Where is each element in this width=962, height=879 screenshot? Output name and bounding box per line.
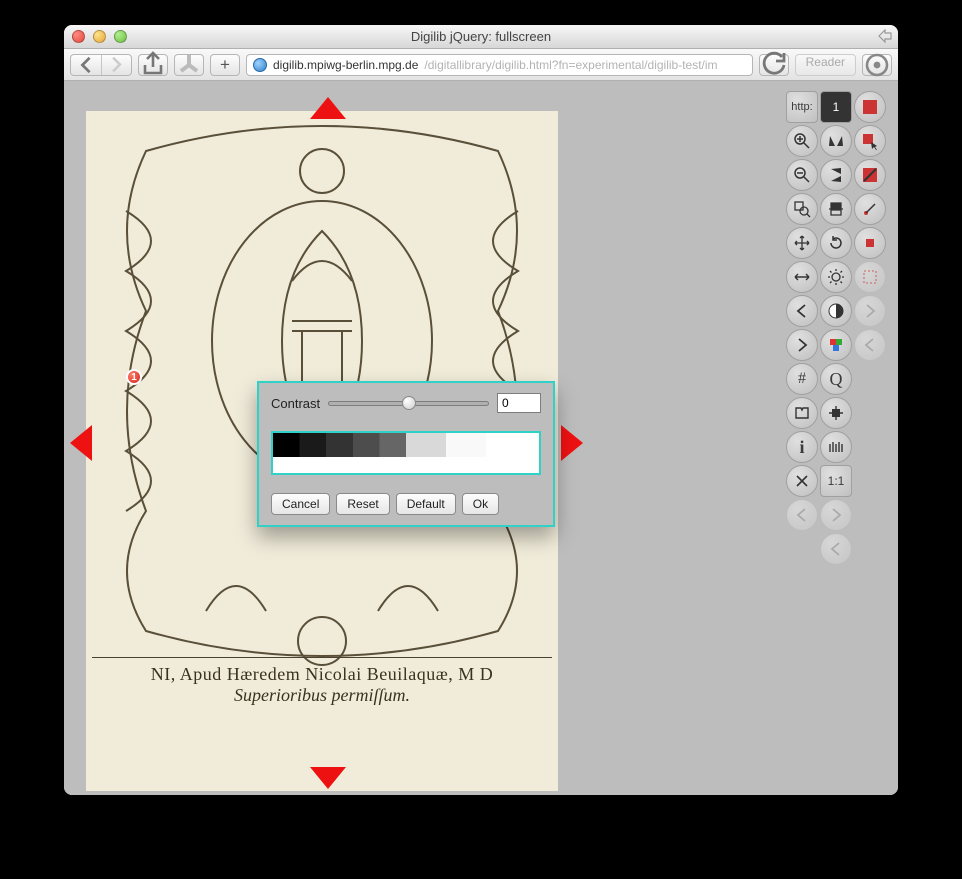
- digilib-toolbox: http: 1 # Q: [786, 91, 890, 565]
- nav-left-arrow[interactable]: [70, 425, 92, 461]
- mirror-h-icon[interactable]: [820, 193, 852, 225]
- app-window: Digilib jQuery: fullscreen + digilib.mpi…: [64, 25, 898, 795]
- contrast-preview: [271, 431, 541, 475]
- step-prev-icon[interactable]: [854, 329, 886, 361]
- site-icon: [253, 58, 267, 72]
- region-new-icon[interactable]: [854, 91, 886, 123]
- nav-right-arrow[interactable]: [561, 425, 583, 461]
- region-dashed-icon[interactable]: [854, 261, 886, 293]
- extensions-button[interactable]: [174, 54, 204, 76]
- slider-thumb[interactable]: [402, 396, 416, 410]
- book-icon[interactable]: [786, 397, 818, 429]
- aux-prev2-icon[interactable]: [820, 533, 852, 565]
- rotate-icon[interactable]: [820, 227, 852, 259]
- reader-button[interactable]: Reader: [795, 54, 856, 76]
- url-label[interactable]: http:: [786, 91, 818, 123]
- rgb-icon[interactable]: [820, 329, 852, 361]
- move-icon[interactable]: [786, 227, 818, 259]
- window-minimize-button[interactable]: [93, 30, 106, 43]
- region-small-icon[interactable]: [854, 227, 886, 259]
- bookmarks-button[interactable]: [862, 54, 892, 76]
- nav-up-arrow[interactable]: [310, 97, 346, 119]
- next-page-icon[interactable]: [786, 329, 818, 361]
- browser-toolbar: + digilib.mpiwg-berlin.mpg.de/digitallib…: [64, 49, 898, 81]
- back-button[interactable]: [71, 55, 101, 75]
- traffic-lights: [72, 30, 127, 43]
- aux-prev-icon[interactable]: [786, 499, 818, 531]
- titlebar: Digilib jQuery: fullscreen: [64, 25, 898, 49]
- brightness-icon[interactable]: [820, 261, 852, 293]
- window-zoom-button[interactable]: [114, 30, 127, 43]
- fit-width-icon[interactable]: [786, 261, 818, 293]
- zoom-out-icon[interactable]: [786, 159, 818, 191]
- step-next-icon[interactable]: [854, 295, 886, 327]
- contrast-value-input[interactable]: [497, 393, 541, 413]
- nav-back-forward: [70, 54, 132, 76]
- url-host: digilib.mpiwg-berlin.mpg.de: [273, 58, 418, 72]
- reload-button[interactable]: [759, 54, 789, 76]
- window-close-button[interactable]: [72, 30, 85, 43]
- new-tab-button[interactable]: +: [210, 54, 240, 76]
- url-field[interactable]: digilib.mpiwg-berlin.mpg.de/digitallibra…: [246, 54, 753, 76]
- content-area: 1 NI, Apud Hæredem Nicolai Beuilaquæ, M …: [64, 81, 898, 795]
- contrast-label: Contrast: [271, 396, 320, 411]
- close-icon[interactable]: [786, 465, 818, 497]
- mirror-v-icon[interactable]: [820, 125, 852, 157]
- default-button[interactable]: Default: [396, 493, 456, 515]
- cancel-button[interactable]: Cancel: [271, 493, 330, 515]
- calibrate-icon[interactable]: [820, 397, 852, 429]
- page-imprint: NI, Apud Hæredem Nicolai Beuilaquæ, M D …: [86, 653, 558, 706]
- region-delete-icon[interactable]: [854, 159, 886, 191]
- annotation-line-icon[interactable]: [854, 193, 886, 225]
- page-number-input[interactable]: 1: [820, 91, 852, 123]
- annotation-number: 1: [131, 372, 137, 383]
- zoom-area-icon[interactable]: [786, 193, 818, 225]
- ok-button[interactable]: Ok: [462, 493, 499, 515]
- ruler-icon[interactable]: [820, 431, 852, 463]
- forward-button[interactable]: [101, 55, 131, 75]
- nav-down-arrow[interactable]: [310, 767, 346, 789]
- expand-icon[interactable]: [878, 29, 892, 43]
- share-button[interactable]: [138, 54, 168, 76]
- url-path: /digitallibrary/digilib.html?fn=experime…: [424, 58, 717, 72]
- prev-page-icon[interactable]: [786, 295, 818, 327]
- gradient-result: [273, 457, 539, 473]
- scale-reset-button[interactable]: 1:1: [820, 465, 852, 497]
- imprint-line-1: NI, Apud Hæredem Nicolai Beuilaquæ, M D: [92, 664, 552, 685]
- info-icon[interactable]: i: [786, 431, 818, 463]
- annotation-marker[interactable]: 1: [126, 369, 142, 385]
- contrast-icon[interactable]: [820, 295, 852, 327]
- mirror-h-bw-icon[interactable]: [820, 159, 852, 191]
- region-select-icon[interactable]: [854, 125, 886, 157]
- quality-icon[interactable]: Q: [820, 363, 852, 395]
- contrast-slider[interactable]: [328, 401, 489, 406]
- aux-next-icon[interactable]: [820, 499, 852, 531]
- zoom-in-icon[interactable]: [786, 125, 818, 157]
- gradient-steps: [273, 433, 539, 457]
- contrast-dialog: Contrast Cancel Reset Default Ok: [257, 381, 555, 527]
- imprint-line-2: Superioribus permiſſum.: [92, 685, 552, 706]
- hash-icon[interactable]: #: [786, 363, 818, 395]
- window-title: Digilib jQuery: fullscreen: [411, 29, 551, 44]
- reset-button[interactable]: Reset: [336, 493, 389, 515]
